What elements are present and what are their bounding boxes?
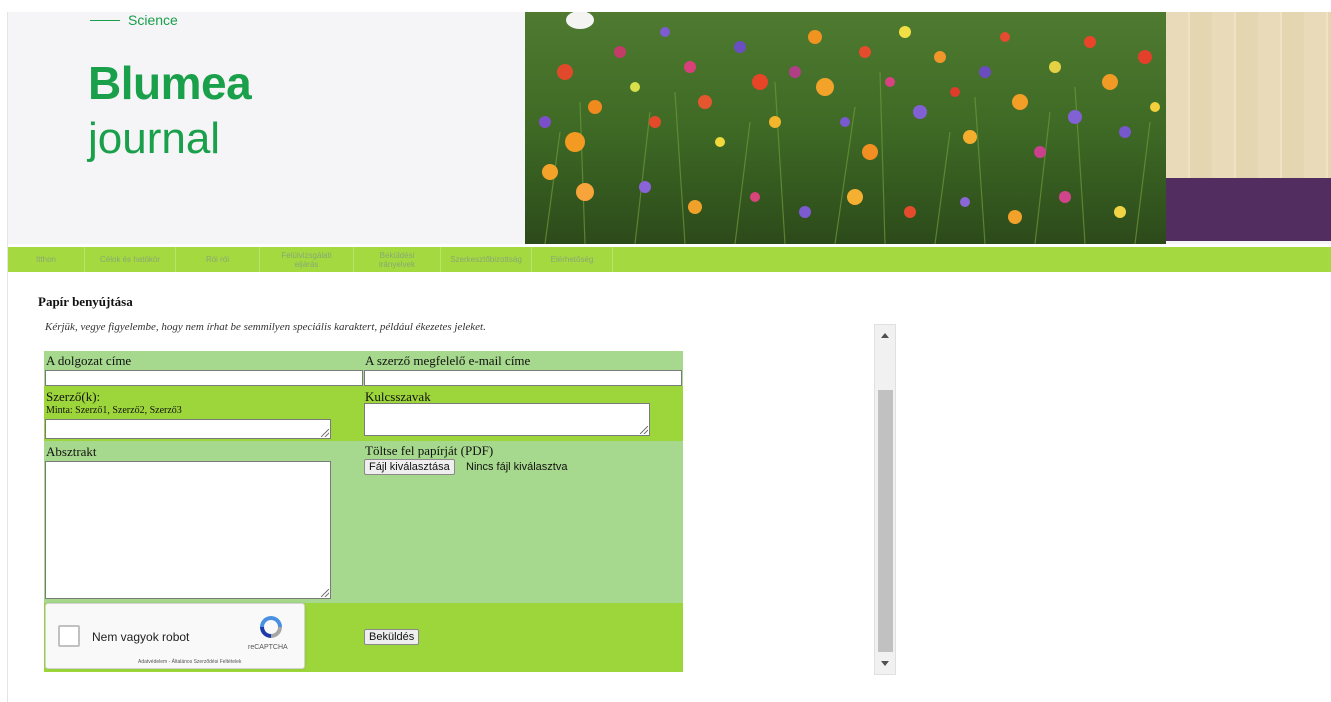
choose-file-button[interactable]: Fájl kiválasztása — [364, 459, 455, 475]
nav-item-submission-guidelines[interactable]: Beküldési irányelvek — [354, 247, 441, 272]
wood-texture-panel — [1166, 12, 1331, 178]
recaptcha-label: Nem vagyok robot — [92, 630, 190, 644]
keywords-textarea[interactable] — [364, 403, 650, 436]
nav-label: Célok és hatókör — [99, 255, 161, 264]
nav-item-contact[interactable]: Elérhetőség — [532, 247, 613, 272]
submission-form: A dolgozat címe A szerző megfelelő e-mai… — [44, 351, 683, 672]
scroll-down-arrow-icon[interactable] — [875, 652, 895, 674]
purple-band — [1166, 178, 1331, 241]
nav-label: Szerkesztőbizottság — [450, 255, 522, 264]
recaptcha-links[interactable]: Adatvédelem - Általános Szerződési Felté… — [138, 659, 241, 665]
upload-label: Töltse fel papírját (PDF) — [365, 443, 494, 458]
brand-name[interactable]: Blumea — [88, 56, 252, 110]
submit-button[interactable]: Beküldés — [364, 629, 420, 645]
authors-label: Szerző(k): — [46, 389, 101, 404]
scrollbar-thumb[interactable] — [878, 390, 893, 652]
recaptcha-widget: Nem vagyok robot reCAPTCHA Adatvédelem -… — [45, 603, 305, 669]
top-edge — [0, 0, 1331, 12]
page-title: Papír benyújtása — [38, 294, 133, 309]
wildflower-illustration — [525, 12, 1166, 244]
brand-subtitle[interactable]: journal — [88, 114, 220, 164]
nav-item-about[interactable]: Rói rói — [176, 247, 260, 272]
nav-label: Elérhetőség — [550, 255, 594, 264]
nav-item-home[interactable]: Itthon — [8, 247, 85, 272]
file-status-text: Nincs fájl kiválasztva — [466, 461, 568, 473]
authors-hint: Minta: Szerző1, Szerző2, Szerző3 — [46, 405, 182, 416]
nav-item-aims-scope[interactable]: Célok és hatókör — [85, 247, 176, 272]
nav-label: Rói rói — [205, 255, 230, 264]
nav-label: Beküldési irányelvek — [378, 250, 415, 269]
nav-item-review-process[interactable]: Felülvizsgálati eljárás — [260, 247, 354, 272]
special-characters-note: Kérjük, vegye figyelembe, hogy nem írhat… — [45, 321, 486, 333]
nav-item-editorial-board[interactable]: Szerkesztőbizottság — [441, 247, 532, 272]
left-border — [0, 12, 8, 702]
wildflower-banner-image — [525, 12, 1166, 244]
nav-label: Itthon — [35, 255, 56, 264]
paper-title-input[interactable] — [45, 370, 363, 386]
recaptcha-logo-icon — [260, 616, 282, 638]
email-input[interactable] — [364, 370, 682, 386]
paper-title-label: A dolgozat címe — [46, 353, 132, 368]
main-nav: Itthon Célok és hatókör Rói rói Felülviz… — [8, 247, 1331, 272]
recaptcha-checkbox[interactable] — [58, 625, 80, 647]
authors-textarea[interactable] — [45, 419, 331, 439]
abstract-label: Absztrakt — [46, 444, 97, 459]
brand-tagline: Science — [90, 12, 178, 28]
nav-label: Felülvizsgálati eljárás — [281, 250, 332, 269]
scrollbar[interactable] — [874, 324, 896, 675]
email-label: A szerző megfelelő e-mail címe — [365, 353, 531, 368]
abstract-textarea[interactable] — [45, 461, 331, 599]
tagline-line — [90, 19, 120, 21]
scroll-up-arrow-icon[interactable] — [875, 325, 895, 347]
recaptcha-brand: reCAPTCHA — [248, 644, 288, 651]
tagline-text: Science — [128, 12, 178, 28]
